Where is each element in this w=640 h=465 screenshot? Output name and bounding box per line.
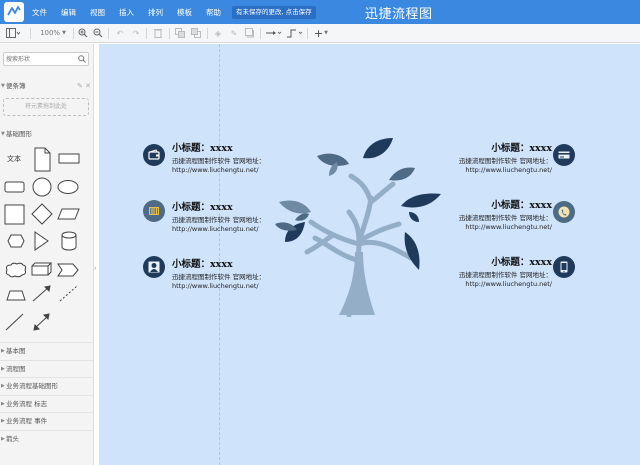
menu-file[interactable]: 文件: [32, 7, 47, 18]
section-bpmn-events[interactable]: ▶ 业务流程 事件: [0, 412, 94, 430]
zoom-select[interactable]: 100% ▼: [38, 26, 68, 40]
mobile-icon[interactable]: [553, 256, 575, 278]
shape-cube[interactable]: [31, 262, 53, 276]
main-menu: 文件 编辑 视图 插入 排列 模板 帮助: [32, 0, 235, 24]
basic-shapes-grid: 文本: [0, 144, 94, 340]
menu-edit[interactable]: 编辑: [61, 7, 76, 18]
edit-close-icons[interactable]: ✎ ✕: [77, 80, 91, 92]
menu-arrange[interactable]: 排列: [148, 7, 163, 18]
to-back-icon[interactable]: [190, 26, 202, 40]
toolbar-divider: [146, 28, 147, 39]
shape-search[interactable]: [3, 52, 89, 66]
shape-hexagon[interactable]: [7, 234, 25, 248]
sticky-section-label: 便条簿: [6, 82, 26, 90]
shape-document[interactable]: [34, 147, 51, 172]
app-logo-icon[interactable]: [4, 2, 24, 22]
section-label: 业务流程 标志: [6, 399, 48, 408]
diagram-canvas[interactable]: 小标题：xxxx 迅捷流程图制作软件 官网地址： http://www.liuc…: [99, 44, 640, 465]
user-icon[interactable]: [143, 256, 165, 278]
toolbar-divider: [30, 28, 31, 39]
scratchpad-dropzone[interactable]: 将元素拖到此处: [3, 98, 89, 116]
tree-illustration[interactable]: [271, 132, 446, 317]
waypoint-style-icon[interactable]: [286, 26, 304, 40]
card-icon[interactable]: [553, 144, 575, 166]
shape-dashed-line[interactable]: [59, 285, 78, 302]
caret-right-icon: ▶: [1, 348, 5, 354]
zoom-out-icon[interactable]: [92, 26, 104, 40]
unsaved-changes-notice[interactable]: 有未保存的更改, 点击保存: [232, 6, 316, 19]
caret-right-icon: ▶: [1, 400, 5, 407]
shape-cylinder[interactable]: [61, 231, 77, 251]
undo-icon[interactable]: ↶: [114, 26, 126, 40]
page-guide-line: [219, 44, 220, 465]
line-color-icon[interactable]: ✎: [228, 26, 240, 40]
section-label: 业务流程 事件: [6, 417, 48, 425]
shape-triangle[interactable]: [34, 231, 49, 251]
toolbar-divider: [307, 28, 308, 39]
shape-section-list: ▶ 基本图 ▶ 流程图 ▶ 业务流程基础图形 ▶ 业务流程 标志 ▶ 业务流程 事件 ▶ 箭…: [0, 342, 94, 447]
shape-circle[interactable]: [32, 177, 52, 197]
top-header: 文件 编辑 视图 插入 排列 模板 帮助 有未保存的更改, 点击保存 迅捷流程图: [0, 0, 640, 24]
shape-line[interactable]: [5, 313, 24, 331]
section-label: 流程图: [6, 364, 26, 373]
shape-trapezoid[interactable]: [6, 290, 26, 301]
caret-right-icon: ▶: [1, 435, 5, 442]
connector-arrow-icon[interactable]: [265, 26, 283, 40]
shape-rectangle[interactable]: [58, 153, 80, 164]
tree-trunk: [339, 252, 375, 315]
toolbar-divider: [169, 28, 170, 39]
shape-ellipse[interactable]: [57, 180, 79, 194]
caret-right-icon: ▶: [1, 418, 5, 424]
insert-plus-icon[interactable]: + ▼: [312, 26, 330, 40]
basic-shapes-header[interactable]: ▼ 基础图形: [0, 128, 94, 140]
shape-parallelogram[interactable]: [57, 208, 80, 220]
delete-icon[interactable]: [152, 26, 164, 40]
shape-diamond[interactable]: [31, 203, 53, 225]
menu-view[interactable]: 视图: [90, 7, 105, 18]
search-icon[interactable]: [78, 55, 86, 63]
to-front-icon[interactable]: [174, 26, 186, 40]
redo-icon[interactable]: ↷: [130, 26, 142, 40]
section-basic[interactable]: ▶ 基本图: [0, 342, 94, 360]
page-view-icon[interactable]: [5, 26, 21, 40]
caret-right-icon: ▶: [1, 383, 5, 389]
menu-insert[interactable]: 插入: [119, 7, 134, 18]
zoom-value: 100%: [40, 29, 61, 37]
shape-step[interactable]: [57, 263, 79, 277]
toolbar: 100% ▼ ↶ ↷ ◈ ✎ + ▼: [0, 24, 640, 43]
shape-bidirectional-arrow[interactable]: [34, 315, 49, 329]
sticky-section-header[interactable]: ▼ 便条簿 ✎ ✕: [0, 80, 94, 92]
menu-template[interactable]: 模板: [177, 7, 192, 18]
basic-shapes-label: 基础图形: [6, 130, 32, 138]
zoom-in-icon[interactable]: [77, 26, 89, 40]
shape-cloud[interactable]: [5, 262, 27, 278]
toolbar-divider: [260, 28, 261, 39]
phone-icon[interactable]: [553, 201, 575, 223]
chevron-down-icon: ▼: [62, 30, 66, 36]
section-label: 基本图: [6, 347, 26, 355]
section-label: 箭头: [6, 434, 19, 443]
section-label: 业务流程基础图形: [6, 382, 58, 390]
section-flowchart[interactable]: ▶ 流程图: [0, 359, 94, 378]
fill-color-icon[interactable]: ◈: [212, 26, 224, 40]
toolbar-divider: [73, 28, 74, 39]
section-bpmn-marks[interactable]: ▶ 业务流程 标志: [0, 394, 94, 413]
shape-rounded-rect[interactable]: [4, 181, 25, 193]
wallet-icon[interactable]: [143, 144, 165, 166]
caret-down-icon: ▼: [1, 83, 5, 89]
caret-right-icon: ▶: [1, 365, 5, 372]
section-arrows[interactable]: ▶ 箭头: [0, 429, 94, 448]
menu-help[interactable]: 帮助: [206, 7, 221, 18]
section-bpmn-basic[interactable]: ▶ 业务流程基础图形: [0, 377, 94, 395]
toolbar-divider: [108, 28, 109, 39]
caret-down-icon: ▼: [1, 131, 5, 137]
toolbar-divider: [207, 28, 208, 39]
diagram-page[interactable]: 小标题：xxxx 迅捷流程图制作软件 官网地址： http://www.liuc…: [99, 44, 640, 465]
shadow-icon[interactable]: [244, 26, 256, 40]
shape-square[interactable]: [4, 204, 25, 225]
app-title: 迅捷流程图: [365, 7, 433, 22]
search-input[interactable]: [6, 54, 74, 65]
shape-sidebar: ▼ 便条簿 ✎ ✕ 将元素拖到此处 ▼ 基础图形 文本: [0, 44, 94, 465]
barcode-icon[interactable]: [143, 200, 165, 222]
